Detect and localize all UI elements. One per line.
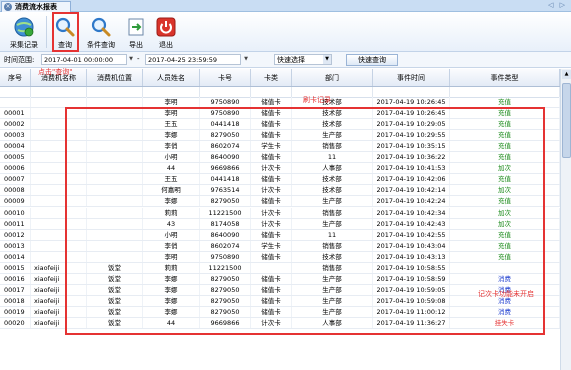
column-header-card-number[interactable]: 卡号 bbox=[200, 69, 251, 86]
date-range-dash: - bbox=[137, 55, 140, 63]
magnifier-filter-icon bbox=[90, 16, 112, 38]
cell-seq: 00005 bbox=[0, 152, 31, 163]
cell-seq: 00007 bbox=[0, 174, 31, 185]
end-date-dropdown-icon[interactable]: ▼ bbox=[242, 54, 250, 65]
filter-cell-person-name[interactable] bbox=[143, 87, 200, 97]
close-icon[interactable]: × bbox=[4, 3, 12, 11]
filter-cell-event-type[interactable] bbox=[450, 87, 560, 97]
conditional-query-label: 条件查询 bbox=[87, 41, 115, 49]
power-icon bbox=[155, 16, 177, 38]
cell-seq: 00002 bbox=[0, 119, 31, 130]
tab-nav-arrows-icon[interactable]: ◁ ▷ bbox=[548, 1, 567, 9]
cell-seq: 00018 bbox=[0, 295, 31, 306]
filter-cell-event-time[interactable] bbox=[373, 87, 450, 97]
export-button[interactable]: 导出 bbox=[124, 15, 148, 50]
cell-machine-location bbox=[87, 97, 143, 107]
cell-seq: 00004 bbox=[0, 141, 31, 152]
column-header-person-name[interactable]: 人员姓名 bbox=[143, 69, 200, 86]
tab-label: 消费流水报表 bbox=[15, 3, 57, 11]
annotation-click-query: 点击"查询" bbox=[38, 68, 73, 76]
start-date-dropdown-icon[interactable]: ▼ bbox=[127, 54, 135, 65]
export-icon bbox=[125, 16, 147, 38]
chevron-down-icon: ▼ bbox=[323, 55, 331, 64]
cell-seq bbox=[0, 97, 31, 107]
filter-cell-machine-name[interactable] bbox=[31, 87, 87, 97]
cell-seq: 00008 bbox=[0, 185, 31, 196]
quick-select-dropdown[interactable]: 快速选择 ▼ bbox=[274, 54, 332, 65]
cell-seq: 00003 bbox=[0, 130, 31, 141]
time-range-label: 时间范围: bbox=[4, 56, 35, 64]
cell-card-number: 9750890 bbox=[200, 97, 251, 107]
cell-event-time: 2017-04-19 10:26:45 bbox=[373, 97, 450, 107]
quick-query-button[interactable]: 快速查询 bbox=[346, 54, 398, 66]
scrollbar-thumb[interactable] bbox=[562, 83, 571, 158]
cell-seq: 00016 bbox=[0, 273, 31, 284]
column-header-event-type[interactable]: 事件类型 bbox=[450, 69, 560, 86]
cell-seq: 00013 bbox=[0, 240, 31, 251]
column-header-machine-location[interactable]: 消费机位置 bbox=[87, 69, 143, 86]
toolbar: 采集记录 查询 条件查询 导出 退出 bbox=[0, 12, 571, 52]
quick-select-value: 快速选择 bbox=[277, 56, 305, 64]
filter-cell-seq[interactable] bbox=[0, 87, 31, 97]
cell-seq: 00009 bbox=[0, 196, 31, 207]
cell-machine-name bbox=[31, 97, 87, 107]
cell-seq: 00019 bbox=[0, 306, 31, 317]
end-date-input[interactable]: 2017-04-25 23:59:59 bbox=[145, 54, 241, 65]
cell-seq: 00020 bbox=[0, 318, 31, 328]
filter-cell-machine-location[interactable] bbox=[87, 87, 143, 97]
table-header: 序号 消费机名称 消费机位置 人员姓名 卡号 卡类 部门 事件时间 事件类型 bbox=[0, 69, 560, 87]
cell-seq: 00010 bbox=[0, 207, 31, 218]
cell-seq: 00015 bbox=[0, 262, 31, 273]
annotation-swipe-records: 刷卡记录 bbox=[303, 96, 331, 104]
column-header-event-time[interactable]: 事件时间 bbox=[373, 69, 450, 86]
cell-card-type: 储值卡 bbox=[251, 97, 292, 107]
collect-records-label: 采集记录 bbox=[10, 41, 38, 49]
cell-seq: 00001 bbox=[0, 108, 31, 119]
toolbar-divider bbox=[46, 16, 47, 48]
collect-records-button[interactable]: 采集记录 bbox=[6, 15, 42, 50]
query-highlight-box bbox=[52, 12, 79, 52]
column-header-department[interactable]: 部门 bbox=[292, 69, 373, 86]
export-label: 导出 bbox=[129, 41, 143, 49]
globe-refresh-icon bbox=[13, 16, 35, 38]
tab-consumption-report[interactable]: × 消费流水报表 bbox=[1, 1, 71, 12]
filter-cell-card-type[interactable] bbox=[251, 87, 292, 97]
vertical-scrollbar[interactable]: ▲ bbox=[560, 69, 571, 370]
start-date-input[interactable]: 2017-04-01 00:00:00 bbox=[41, 54, 127, 65]
scroll-up-icon[interactable]: ▲ bbox=[562, 70, 571, 79]
column-header-seq[interactable]: 序号 bbox=[0, 69, 31, 86]
cell-seq: 00014 bbox=[0, 251, 31, 262]
filter-bar: 时间范围: 2017-04-01 00:00:00 ▼ - 2017-04-25… bbox=[0, 52, 571, 68]
cell-seq: 00006 bbox=[0, 163, 31, 174]
filter-cell-card-number[interactable] bbox=[200, 87, 251, 97]
cell-seq: 00017 bbox=[0, 284, 31, 295]
cell-person-name: 李明 bbox=[143, 97, 200, 107]
tab-strip: × 消费流水报表 ◁ ▷ bbox=[0, 0, 571, 12]
annotation-box bbox=[65, 107, 545, 335]
cell-seq: 00012 bbox=[0, 229, 31, 240]
annotation-record-card-note: 记次卡功能未开启 bbox=[478, 290, 534, 298]
exit-button[interactable]: 退出 bbox=[154, 15, 178, 50]
column-header-card-type[interactable]: 卡类 bbox=[251, 69, 292, 86]
cell-seq: 00011 bbox=[0, 218, 31, 229]
conditional-query-button[interactable]: 条件查询 bbox=[83, 15, 119, 50]
cell-event-type: 充值 bbox=[450, 97, 560, 107]
exit-label: 退出 bbox=[159, 41, 173, 49]
